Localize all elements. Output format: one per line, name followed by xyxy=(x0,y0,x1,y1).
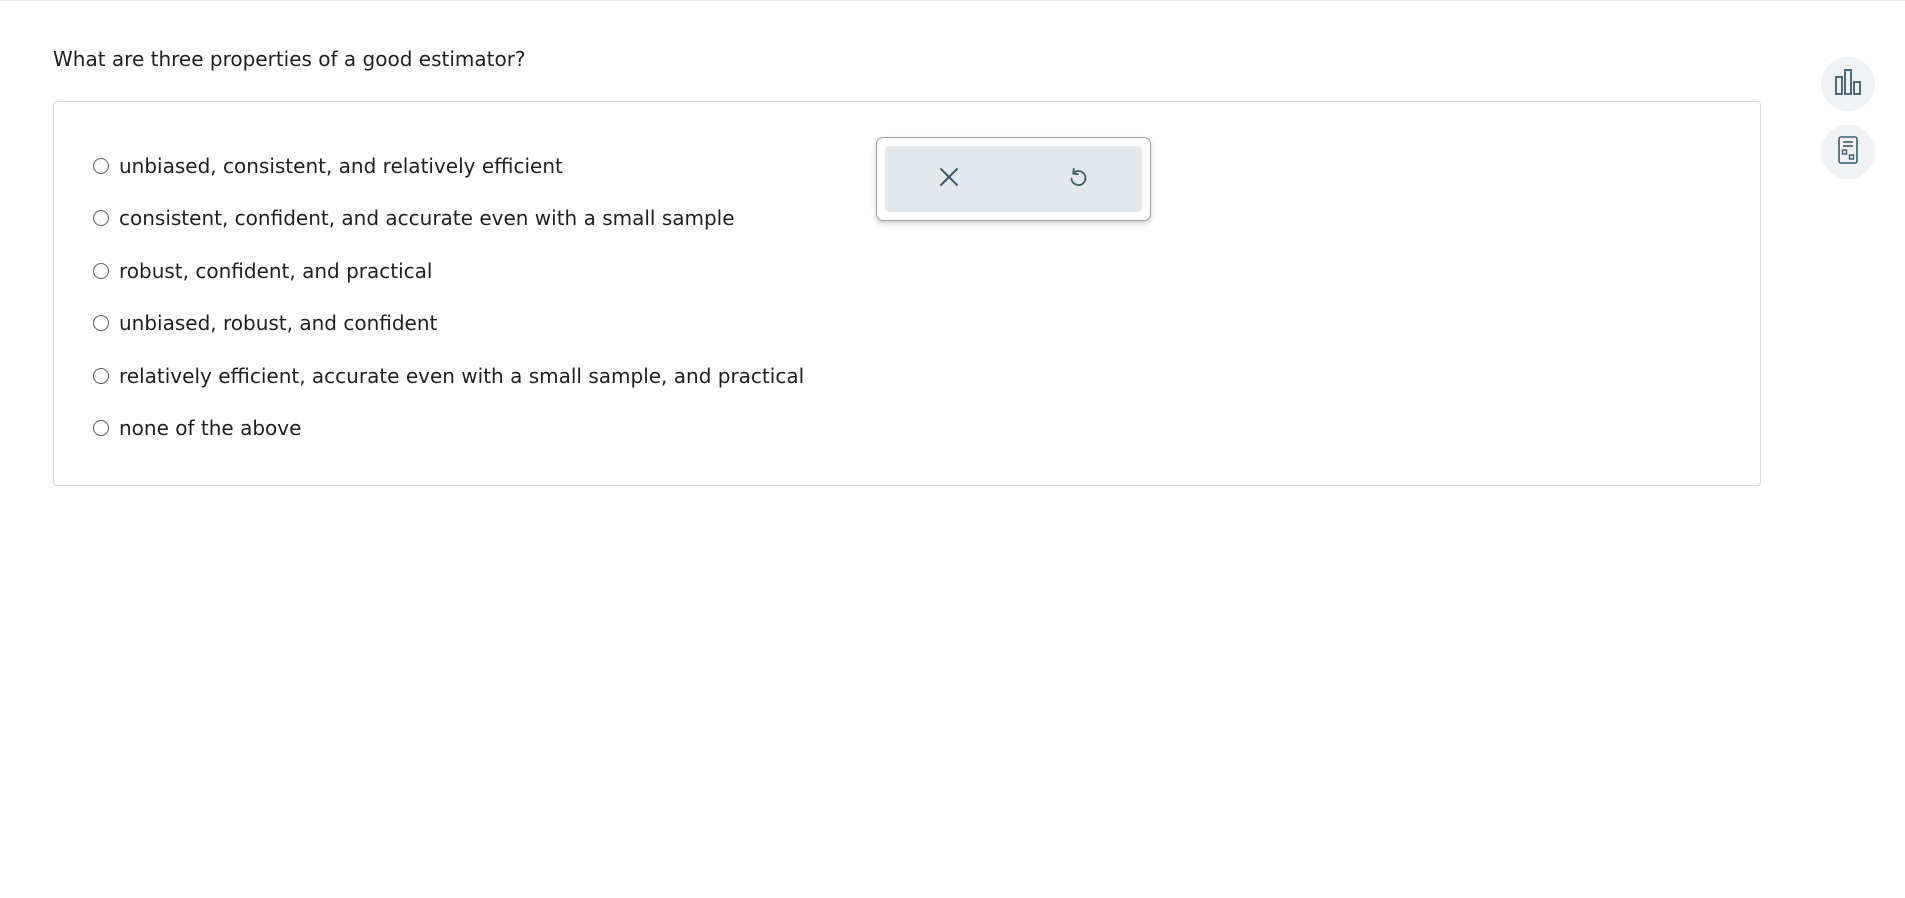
undo-icon xyxy=(1066,165,1090,193)
radio-button[interactable] xyxy=(93,420,109,436)
radio-button[interactable] xyxy=(93,368,109,384)
answer-option-label: robust, confident, and practical xyxy=(119,259,433,283)
chart-tool-button[interactable] xyxy=(1821,57,1875,111)
clear-answer-button[interactable] xyxy=(885,146,1013,212)
answer-option-label: unbiased, robust, and confident xyxy=(119,311,438,335)
radio-button[interactable] xyxy=(93,263,109,279)
answer-option[interactable]: consistent, confident, and accurate even… xyxy=(93,203,735,233)
answer-action-toolbar xyxy=(885,146,1142,212)
radio-button[interactable] xyxy=(93,158,109,174)
answer-option-label: relatively efficient, accurate even with… xyxy=(119,364,805,388)
bar-chart-icon xyxy=(1833,67,1863,101)
answer-option-label: unbiased, consistent, and relatively eff… xyxy=(119,154,563,178)
answer-option[interactable]: none of the above xyxy=(93,413,301,443)
answer-option[interactable]: robust, confident, and practical xyxy=(93,256,432,286)
radio-button[interactable] xyxy=(93,210,109,226)
radio-button[interactable] xyxy=(93,315,109,331)
calculator-tool-button[interactable] xyxy=(1821,125,1875,179)
answer-option[interactable]: relatively efficient, accurate even with… xyxy=(93,361,804,391)
top-divider xyxy=(0,0,1905,1)
calculator-icon xyxy=(1834,135,1862,169)
reset-answer-button[interactable] xyxy=(1014,146,1142,212)
answer-option-label: none of the above xyxy=(119,416,302,440)
close-icon xyxy=(938,166,960,192)
answer-option[interactable]: unbiased, robust, and confident xyxy=(93,308,437,338)
answer-option-label: consistent, confident, and accurate even… xyxy=(119,206,735,230)
question-text: What are three properties of a good esti… xyxy=(53,47,526,71)
answer-option[interactable]: unbiased, consistent, and relatively eff… xyxy=(93,151,563,181)
answer-action-popup xyxy=(876,137,1151,221)
